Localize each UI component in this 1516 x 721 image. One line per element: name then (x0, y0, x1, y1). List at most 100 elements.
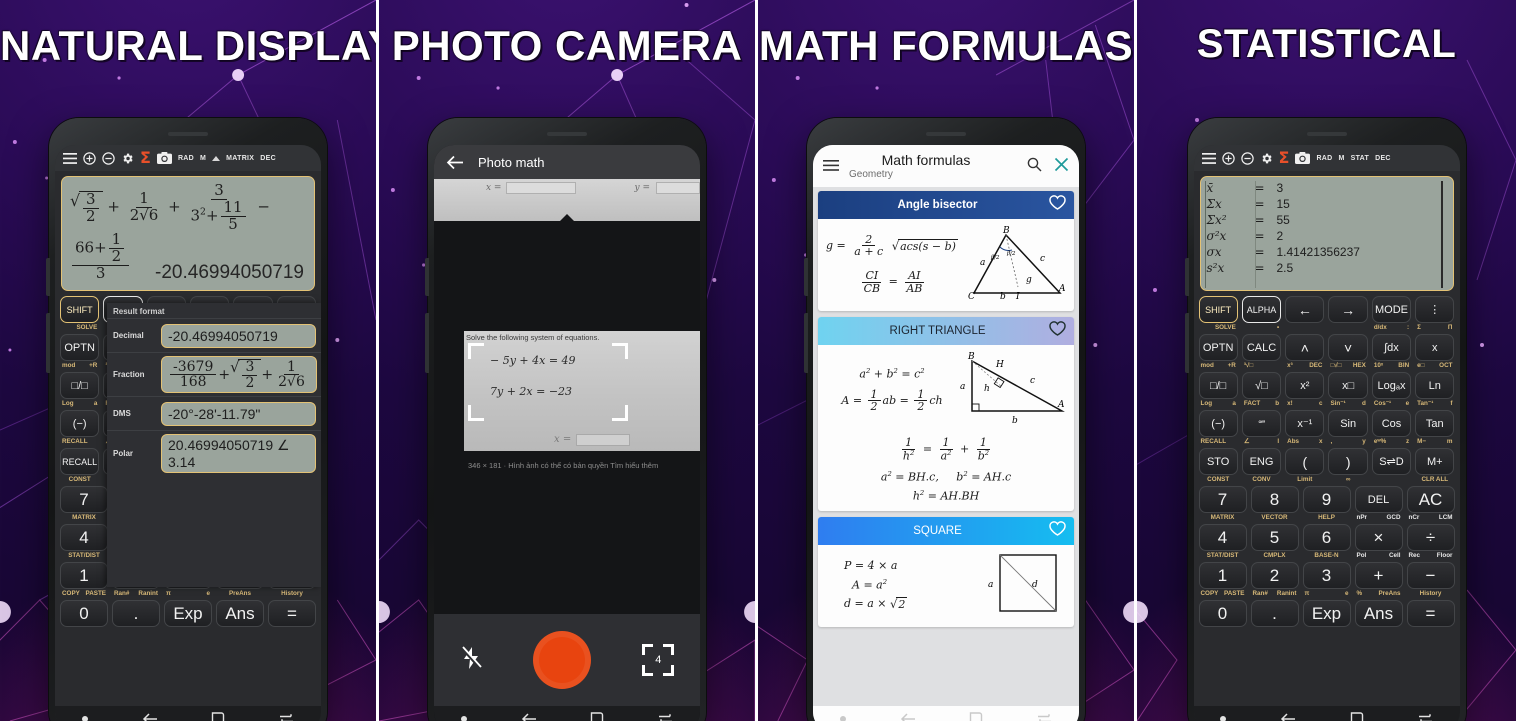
key-9[interactable]: 9 (1302, 486, 1351, 513)
key-overflow-menu[interactable]: ⋮ (1415, 296, 1455, 323)
zoom-in-icon[interactable] (1221, 151, 1235, 165)
key-8[interactable]: 8 (1250, 486, 1299, 513)
key-down-arrow[interactable]: ˅ (1328, 334, 1368, 361)
dot-icon[interactable] (839, 716, 846, 721)
key-close-paren[interactable]: ) (1328, 448, 1368, 475)
menu-icon[interactable] (63, 152, 77, 164)
close-icon[interactable] (1054, 157, 1069, 177)
recents-icon[interactable] (279, 713, 294, 721)
key-0[interactable]: 0 (1198, 600, 1247, 627)
key-eng[interactable]: ENG (1241, 448, 1282, 475)
search-icon[interactable] (1027, 157, 1042, 177)
key-exp[interactable]: Exp (1302, 600, 1351, 627)
key-recall[interactable]: RECALL (60, 448, 100, 475)
home-icon[interactable] (1350, 712, 1364, 721)
zoom-out-icon[interactable] (1240, 151, 1254, 165)
shutter-button[interactable] (532, 631, 591, 689)
key-optn[interactable]: OPTN (60, 334, 100, 361)
home-icon[interactable] (969, 712, 983, 721)
recents-icon[interactable] (658, 713, 673, 721)
recents-icon[interactable] (1037, 713, 1052, 721)
favorite-heart-icon[interactable] (1049, 195, 1066, 215)
key-x-squared[interactable]: x² (1285, 372, 1325, 399)
back-arrow-icon[interactable] (446, 155, 464, 170)
key-fraction[interactable]: □/□ (60, 372, 100, 399)
camera-viewfinder[interactable]: x = y = Solve the following system of eq… (434, 179, 700, 614)
key-divide[interactable]: ÷ (1406, 524, 1455, 551)
key-right-arrow[interactable]: → (1328, 296, 1368, 323)
key-calc[interactable]: CALC (1241, 334, 1282, 361)
key-7[interactable]: 7 (60, 486, 108, 513)
key-4[interactable]: 4 (60, 524, 108, 551)
key-cos[interactable]: Cos (1371, 410, 1412, 437)
key-plus[interactable]: + (1354, 562, 1403, 589)
gear-icon[interactable] (121, 152, 134, 165)
home-icon[interactable] (211, 712, 225, 721)
key-up-arrow[interactable]: ˄ (1285, 334, 1325, 361)
key-log-base[interactable]: Logₐx (1371, 372, 1412, 399)
dot-icon[interactable] (81, 716, 88, 721)
key-mode[interactable]: MODE (1371, 296, 1412, 323)
key-5[interactable]: 5 (1250, 524, 1299, 551)
key-negative[interactable]: (−) (60, 410, 100, 437)
key-ans[interactable]: Ans (1354, 600, 1403, 627)
key-fraction[interactable]: □/□ (1198, 372, 1238, 399)
zoom-out-icon[interactable] (102, 151, 115, 165)
favorite-heart-icon[interactable] (1049, 521, 1066, 541)
formula-card[interactable]: SQUARE P = 4 × a A = a2 d = a × √ 2 a d (818, 517, 1074, 628)
key-3[interactable]: 3 (1302, 562, 1351, 589)
key-exp[interactable]: Exp (164, 600, 212, 627)
result-format-row[interactable]: DMS -20°-28'-11.79" (107, 396, 321, 430)
statistics-display[interactable]: x̄ = 3 Σx = 15 Σx² = 55 σ²x = 2 σx = 1.41421356237… (1199, 176, 1454, 291)
calculator-display[interactable]: √ 3 2 + 1 2√6 + 3 32+ 11 5 − 66+ 1 2 3 -20.469940… (61, 176, 315, 291)
key-sin[interactable]: Sin (1328, 410, 1368, 437)
sigma-icon[interactable]: Σ (140, 150, 151, 166)
key-open-paren[interactable]: ( (1285, 448, 1325, 475)
key-optn[interactable]: OPTN (1198, 334, 1238, 361)
key-sd-toggle[interactable]: S⇌D (1371, 448, 1412, 475)
key-tan[interactable]: Tan (1415, 410, 1455, 437)
key-equals[interactable]: = (1406, 600, 1455, 627)
key-4[interactable]: 4 (1198, 524, 1247, 551)
recents-icon[interactable] (1418, 713, 1433, 721)
back-icon[interactable] (142, 712, 158, 721)
key-sto[interactable]: STO (1198, 448, 1238, 475)
back-icon[interactable] (1280, 712, 1296, 721)
dot-icon[interactable] (1220, 716, 1227, 721)
key-shift[interactable]: SHIFT (1198, 296, 1238, 323)
key-multiply[interactable]: × (1354, 524, 1403, 551)
camera-icon[interactable] (1295, 152, 1311, 164)
key-dms[interactable]: °‴ (1241, 410, 1282, 437)
result-format-row[interactable]: Decimal -20.46994050719 (107, 318, 321, 352)
key-left-arrow[interactable]: ← (1285, 296, 1325, 323)
key-ln[interactable]: Ln (1415, 372, 1455, 399)
key-minus[interactable]: − (1406, 562, 1455, 589)
favorite-heart-icon[interactable] (1049, 321, 1066, 341)
key-7[interactable]: 7 (1198, 486, 1247, 513)
key-decimal-point[interactable]: . (1250, 600, 1299, 627)
key-1[interactable]: 1 (60, 562, 108, 589)
formula-card[interactable]: Angle bisector g = 2a + c √ acs(s − b) C… (818, 191, 1074, 311)
result-format-row[interactable]: Polar 20.46994050719 ∠ 3.14 (107, 430, 321, 476)
flash-off-icon[interactable] (460, 645, 482, 675)
key-negative[interactable]: (−) (1198, 410, 1238, 437)
key-del[interactable]: DEL (1354, 486, 1403, 513)
sigma-icon[interactable]: Σ (1279, 150, 1290, 166)
dot-icon[interactable] (460, 716, 467, 721)
home-icon[interactable] (590, 712, 604, 721)
formula-card-list[interactable]: Angle bisector g = 2a + c √ acs(s − b) C… (813, 187, 1079, 706)
key-2[interactable]: 2 (1250, 562, 1299, 589)
gear-icon[interactable] (1260, 152, 1273, 165)
key-equals[interactable]: = (268, 600, 316, 627)
key-reciprocal[interactable]: x⁻¹ (1285, 410, 1325, 437)
key-ans[interactable]: Ans (216, 600, 264, 627)
key-integral[interactable]: ∫dx (1371, 334, 1412, 361)
key-decimal-point[interactable]: . (112, 600, 160, 627)
key-memory-plus[interactable]: M+ (1415, 448, 1455, 475)
formula-card[interactable]: RIGHT TRIANGLE a2 + b2 = c2 A = 1 2 ab = 1… (818, 317, 1074, 512)
key-x[interactable]: x (1415, 334, 1455, 361)
focus-mode-icon[interactable]: 4 (642, 644, 675, 676)
key-sqrt[interactable]: √□ (1241, 372, 1282, 399)
zoom-in-icon[interactable] (83, 151, 96, 165)
menu-icon[interactable] (1201, 152, 1216, 164)
